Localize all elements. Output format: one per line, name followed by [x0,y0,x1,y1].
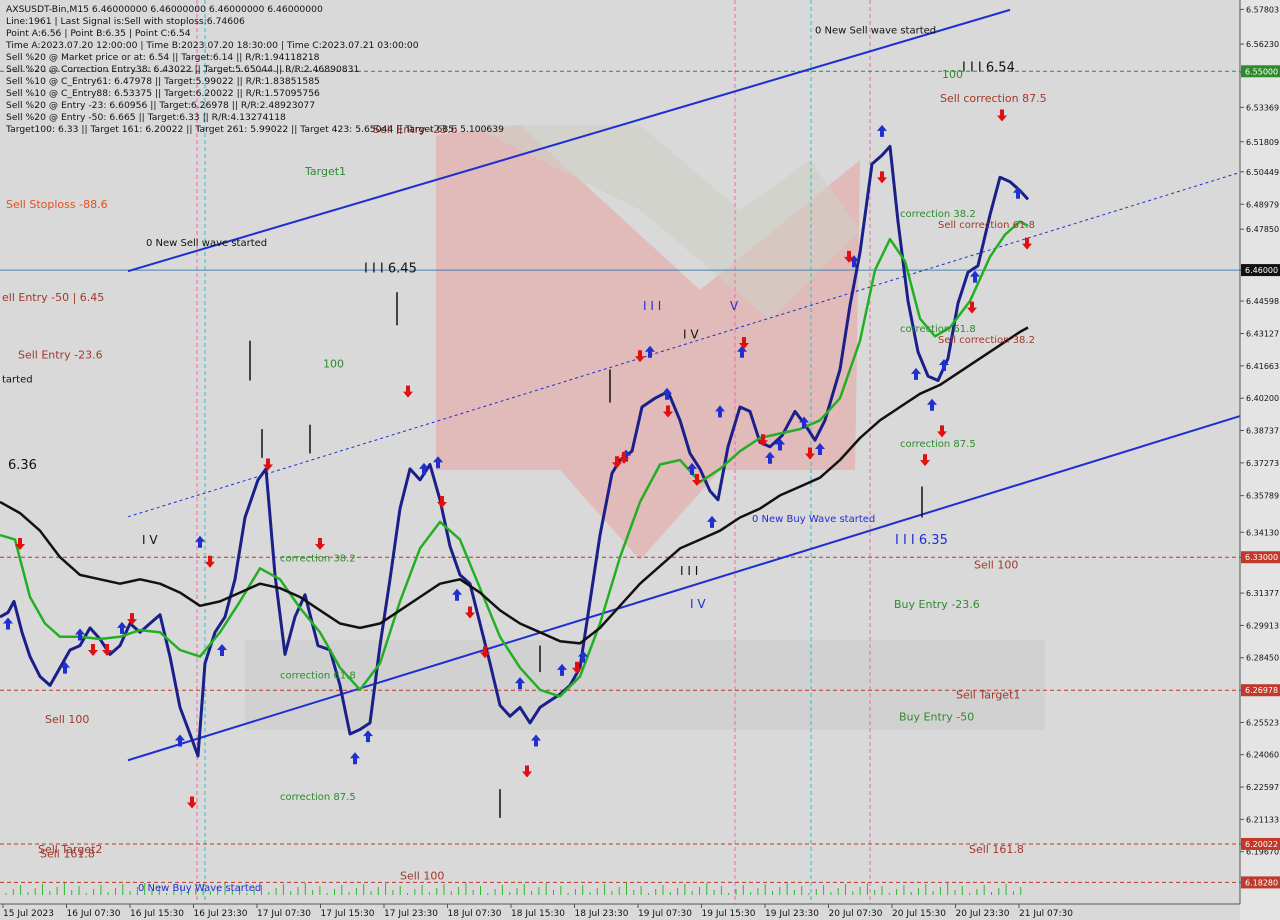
chart-annotation: correction 38.2 [280,554,356,565]
price-tick-label: 6.29913 [1246,621,1279,630]
price-tag-label: 6.46000 [1245,266,1278,275]
price-tick-label: 6.44598 [1246,297,1279,306]
info-line: Time A:2023.07.20 12:00:00 | Time B:2023… [6,40,419,51]
price-tick-label: 6.31377 [1246,589,1279,598]
price-tick-label: 6.41663 [1246,362,1279,371]
chart-annotation: Target1 [304,165,346,178]
chart-annotation: Sell 100 [974,558,1018,571]
price-tick-label: 6.40200 [1246,394,1279,403]
info-line: Sell %10 @ C_Entry88: 6.53375 || Target:… [6,88,320,99]
price-tick-label: 6.35789 [1246,492,1279,501]
time-tick-label: 19 Jul 23:30 [765,909,819,919]
chart-annotation: 0 New Sell wave started [146,238,267,249]
time-tick-label: 20 Jul 07:30 [829,909,883,919]
price-tag-label: 6.18280 [1245,878,1278,887]
time-tick-label: 19 Jul 15:30 [702,909,756,919]
time-tick-label: 17 Jul 07:30 [257,909,311,919]
info-line: Line:1961 | Last Signal is:Sell with sto… [6,16,245,27]
price-tick-label: 6.47850 [1246,225,1279,234]
price-tick-label: 6.48979 [1246,200,1279,209]
price-tick-label: 6.37273 [1246,459,1279,468]
price-tag-label: 6.20022 [1245,840,1278,849]
info-line: Sell %20 @ Market price or at: 6.54 || T… [6,52,320,63]
chart-annotation: I V [690,597,706,611]
price-tick-label: 6.25523 [1246,718,1279,727]
price-tick-label: 6.56230 [1246,40,1279,49]
chart-annotation: Sell correction 87.5 [940,92,1047,105]
price-chart[interactable]: 0 New Sell wave started100 I I I 6.54Sell… [0,0,1280,920]
time-tick-label: 18 Jul 23:30 [575,909,629,919]
info-line: Sell %10 @ C_Entry61: 6.47978 || Target:… [6,76,320,87]
chart-annotation: 100 [942,68,963,81]
chart-annotation: Buy Entry -23.6 [894,598,980,611]
chart-annotation: I I I [643,299,661,313]
chart-annotation: correction 87.5 [900,439,976,450]
chart-annotation: 6.36 [8,458,37,473]
price-tick-label: 6.43127 [1246,330,1279,339]
price-tag-label: 6.55000 [1245,67,1278,76]
price-tag-label: 6.33000 [1245,553,1278,562]
price-tick-label: 6.57803 [1246,5,1279,14]
chart-annotation: correction 61.8 [900,324,976,335]
price-tick-label: 6.51809 [1246,138,1279,147]
info-line: Sell %20 @ Entry -23: 6.60956 || Target:… [6,100,316,111]
chart-annotation: 0 New Buy Wave started [752,514,875,525]
time-tick-label: 16 Jul 07:30 [67,909,121,919]
time-tick-label: 20 Jul 23:30 [956,909,1010,919]
chart-annotation: correction 38.2 [900,209,976,220]
price-tick-label: 6.34130 [1246,528,1279,537]
chart-annotation: Sell Stoploss -88.6 [6,198,108,211]
price-tick-label: 6.22597 [1246,783,1279,792]
chart-annotation: 0 New Buy Wave started [138,883,261,894]
info-line: Point A:6.56 | Point B:6.35 | Point C:6.… [6,28,191,39]
time-tick-label: 21 Jul 07:30 [1019,909,1073,919]
chart-annotation: Buy Entry -50 [899,711,974,724]
chart-annotation: 100 [323,357,344,370]
time-tick-label: 19 Jul 07:30 [638,909,692,919]
time-tick-label: 16 Jul 23:30 [194,909,248,919]
chart-annotation: I V [142,533,158,547]
chart-annotation: I I I 6.35 [895,533,948,548]
chart-info-panel: AXSUSDT-Bin,M15 6.46000000 6.46000000 6.… [6,4,504,136]
info-line: Target100: 6.33 || Target 161: 6.20022 |… [6,124,504,135]
price-tick-label: 6.53369 [1246,103,1279,112]
price-tick-label: 6.21133 [1246,815,1279,824]
time-tick-label: 18 Jul 15:30 [511,909,565,919]
chart-annotation: Sell 161.8 [40,848,95,861]
price-tick-label: 6.38737 [1246,427,1279,436]
time-tick-label: 20 Jul 15:30 [892,909,946,919]
info-line: AXSUSDT-Bin,M15 6.46000000 6.46000000 6.… [6,4,323,15]
chart-annotation: Sell correction 61.8 [938,220,1035,231]
chart-annotation: I I I 6.45 [364,261,417,276]
chart-annotation: I V [683,328,699,342]
price-axis: 6.578036.562306.549686.533696.518096.504… [1239,0,1280,920]
chart-annotation: I I I [680,564,698,578]
chart-annotation: Sell 100 [45,713,89,726]
chart-annotation: Sell Entry -23.6 [18,348,103,361]
time-tick-label: 17 Jul 23:30 [384,909,438,919]
chart-annotation: V [730,299,739,313]
time-tick-label: 15 Jul 2023 [3,909,54,919]
chart-annotation: Sell correction 38.2 [938,335,1035,346]
time-tick-label: 17 Jul 15:30 [321,909,375,919]
chart-annotation: tarted [2,375,33,386]
price-tag-label: 6.26978 [1245,686,1278,695]
chart-annotation: Sell 100 [400,870,444,883]
price-tick-label: 6.28450 [1246,654,1279,663]
chart-annotation: Sell Target1 [956,689,1020,702]
chart-annotation: I I I 6.54 [962,60,1015,75]
price-tick-label: 6.50449 [1246,168,1279,177]
chart-annotation: correction 87.5 [280,792,356,803]
time-tick-label: 16 Jul 15:30 [130,909,184,919]
price-tick-label: 6.24060 [1246,751,1279,760]
chart-annotation: correction 61.8 [280,671,356,682]
time-tick-label: 18 Jul 07:30 [448,909,502,919]
info-line: Sell %20 @ Entry -50: 6.665 || Target:6.… [6,112,286,123]
info-line: Sell %20 @ Correction Entry38: 6.43022 |… [6,64,360,75]
chart-annotation: 0 New Sell wave started [815,26,936,37]
chart-annotation: ell Entry -50 | 6.45 [2,291,104,304]
chart-annotation: Sell 161.8 [969,843,1024,856]
